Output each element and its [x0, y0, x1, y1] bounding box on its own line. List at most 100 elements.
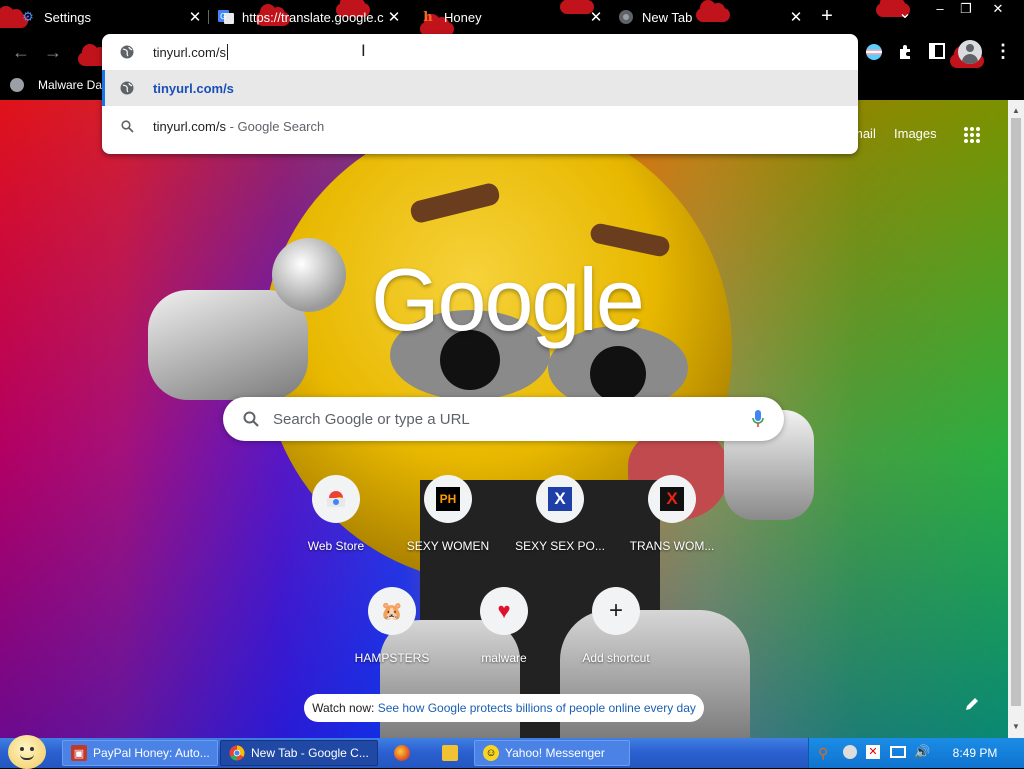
- minimize-button[interactable]: –: [926, 0, 954, 18]
- taskbar-item-yahoo-messenger[interactable]: ☺ Yahoo! Messenger: [474, 740, 630, 766]
- scroll-up-arrow-icon[interactable]: ▲: [1012, 106, 1020, 115]
- address-input[interactable]: tinyurl.com/s: [153, 45, 226, 60]
- shortcut-label: Web Store: [307, 539, 365, 553]
- security-alert-tray-icon[interactable]: ✕: [866, 745, 880, 759]
- apps-grid-icon[interactable]: [963, 126, 981, 144]
- suggestion-suffix: - Google Search: [225, 118, 325, 134]
- tab-title: Honey: [444, 9, 482, 25]
- taskbar-item-label: New Tab - Google C...: [251, 746, 369, 760]
- tab-title: https://translate.google.c: [242, 9, 384, 25]
- mouse-ibeam-cursor: I: [361, 41, 366, 60]
- tab-search-button[interactable]: ⌄: [894, 4, 916, 26]
- emoji-microphone: [272, 238, 346, 312]
- tab-settings[interactable]: ⚙ Settings ✕: [0, 0, 205, 34]
- browser-window: ⚙ Settings ✕ G https://translate.google.…: [0, 0, 1024, 738]
- promo-banner: Watch now: See how Google protects billi…: [304, 694, 704, 722]
- shortcut-sexy-women[interactable]: PH SEXY WOMEN: [398, 472, 498, 562]
- shortcut-label: malware: [481, 651, 527, 665]
- taskbar-item-folder[interactable]: [432, 740, 472, 766]
- shortcut-label: HAMPSTERS: [354, 651, 430, 665]
- messenger-tray-icon[interactable]: [843, 745, 857, 759]
- microphone-icon[interactable]: [752, 410, 764, 428]
- emoji-pupil: [590, 346, 646, 402]
- new-tab-page: mail Images Google Search Google or type…: [0, 100, 1008, 738]
- network-tray-icon[interactable]: [890, 746, 906, 758]
- text-caret: [226, 44, 228, 60]
- svg-text:G: G: [220, 12, 226, 21]
- search-placeholder: Search Google or type a URL: [273, 410, 470, 428]
- search-tray-icon[interactable]: ⚲: [818, 745, 834, 761]
- google-logo: Google: [371, 250, 645, 349]
- heart-icon: ♥: [480, 587, 528, 635]
- omnibox-suggestion[interactable]: tinyurl.com/s - Google Search: [102, 108, 858, 144]
- taskbar-item-label: PayPal Honey: Auto...: [93, 746, 210, 760]
- search-box[interactable]: Search Google or type a URL: [223, 397, 784, 441]
- images-link[interactable]: Images: [894, 126, 937, 141]
- tab-honey[interactable]: h Honey ✕: [400, 0, 606, 34]
- google-translate-icon: G: [218, 9, 234, 25]
- selection-indicator: [102, 70, 105, 106]
- tab-title: Settings: [44, 9, 91, 25]
- taskbar-item-paypal-honey[interactable]: ▣ PayPal Honey: Auto...: [62, 740, 218, 766]
- scroll-down-arrow-icon[interactable]: ▼: [1012, 722, 1020, 731]
- address-bar[interactable]: tinyurl.com/s I: [102, 34, 858, 70]
- shortcut-label: Add shortcut: [582, 651, 650, 665]
- shortcut-sexy-sex-po[interactable]: X SEXY SEX PO...: [510, 472, 610, 562]
- side-panel-icon[interactable]: [929, 43, 945, 59]
- avatar-icon[interactable]: [958, 40, 982, 64]
- shortcut-malware[interactable]: ♥ malware: [454, 584, 554, 674]
- ph-icon: PH: [424, 475, 472, 523]
- promo-link[interactable]: See how Google protects billions of peop…: [378, 701, 696, 715]
- shortcut-web-store[interactable]: Web Store: [286, 472, 386, 562]
- webstore-icon: [312, 475, 360, 523]
- shortcut-label: TRANS WOM...: [629, 539, 715, 553]
- tab-google-translate[interactable]: G https://translate.google.c ✕: [198, 0, 404, 34]
- x-red-icon: X: [648, 475, 696, 523]
- honey-icon: h: [423, 9, 433, 25]
- globe-icon: [119, 44, 135, 60]
- chrome-icon: [618, 9, 634, 25]
- bookmark-item[interactable]: Malware Da: [10, 75, 102, 95]
- gear-icon: ⚙: [22, 9, 34, 24]
- scrollbar-thumb[interactable]: [1011, 118, 1021, 706]
- promo-prefix: Watch now:: [312, 701, 378, 715]
- plus-icon: +: [592, 587, 640, 635]
- tab-close-button[interactable]: ✕: [786, 8, 806, 26]
- pencil-icon[interactable]: [964, 696, 984, 716]
- omnibox-suggestion[interactable]: tinyurl.com/s: [102, 70, 858, 106]
- restore-button[interactable]: ❐: [952, 0, 980, 18]
- start-button[interactable]: [8, 735, 46, 769]
- close-window-button[interactable]: ✕: [984, 0, 1012, 18]
- taskbar-item-label: Yahoo! Messenger: [505, 746, 605, 760]
- shortcut-label: SEXY SEX PO...: [515, 539, 605, 553]
- volume-icon[interactable]: 🔊: [914, 744, 930, 760]
- tab-new-tab[interactable]: New Tab ✕: [598, 0, 806, 34]
- omnibox-dropdown: tinyurl.com/s I tinyurl.com/s tinyurl.co…: [102, 34, 858, 154]
- tab-strip: ⚙ Settings ✕ G https://translate.google.…: [0, 0, 1024, 34]
- clock[interactable]: 8:49 PM: [940, 745, 1010, 761]
- suggestion-text: tinyurl.com/s: [153, 118, 226, 134]
- taskbar-item-firefox[interactable]: [384, 740, 424, 766]
- forward-button[interactable]: →: [42, 42, 64, 64]
- taskbar-item-chrome[interactable]: New Tab - Google C...: [220, 740, 378, 766]
- shortcut-hampsters[interactable]: 🐹 HAMPSTERS: [342, 584, 442, 674]
- add-shortcut-button[interactable]: + Add shortcut: [566, 584, 666, 674]
- extension-flag-icon[interactable]: [866, 44, 882, 60]
- yahoo-messenger-icon: ☺: [483, 745, 499, 761]
- menu-icon[interactable]: ⋮: [994, 40, 1012, 62]
- search-icon: [119, 118, 135, 134]
- globe-icon: [119, 80, 135, 96]
- puzzle-icon[interactable]: [897, 43, 915, 61]
- hamster-icon: 🐹: [368, 587, 416, 635]
- x-icon: X: [536, 475, 584, 523]
- emoji-hand: [148, 290, 308, 400]
- back-button[interactable]: ←: [10, 42, 32, 64]
- firefox-icon: [394, 745, 410, 761]
- new-tab-button[interactable]: +: [816, 5, 838, 27]
- shortcut-trans-wom[interactable]: X TRANS WOM...: [622, 472, 722, 562]
- suggestion-text: tinyurl.com/s: [153, 80, 234, 96]
- globe-icon: [10, 78, 24, 92]
- shortcut-label: SEXY WOMEN: [406, 539, 490, 553]
- tab-title: New Tab: [642, 9, 693, 25]
- paypal-icon: ▣: [71, 745, 87, 761]
